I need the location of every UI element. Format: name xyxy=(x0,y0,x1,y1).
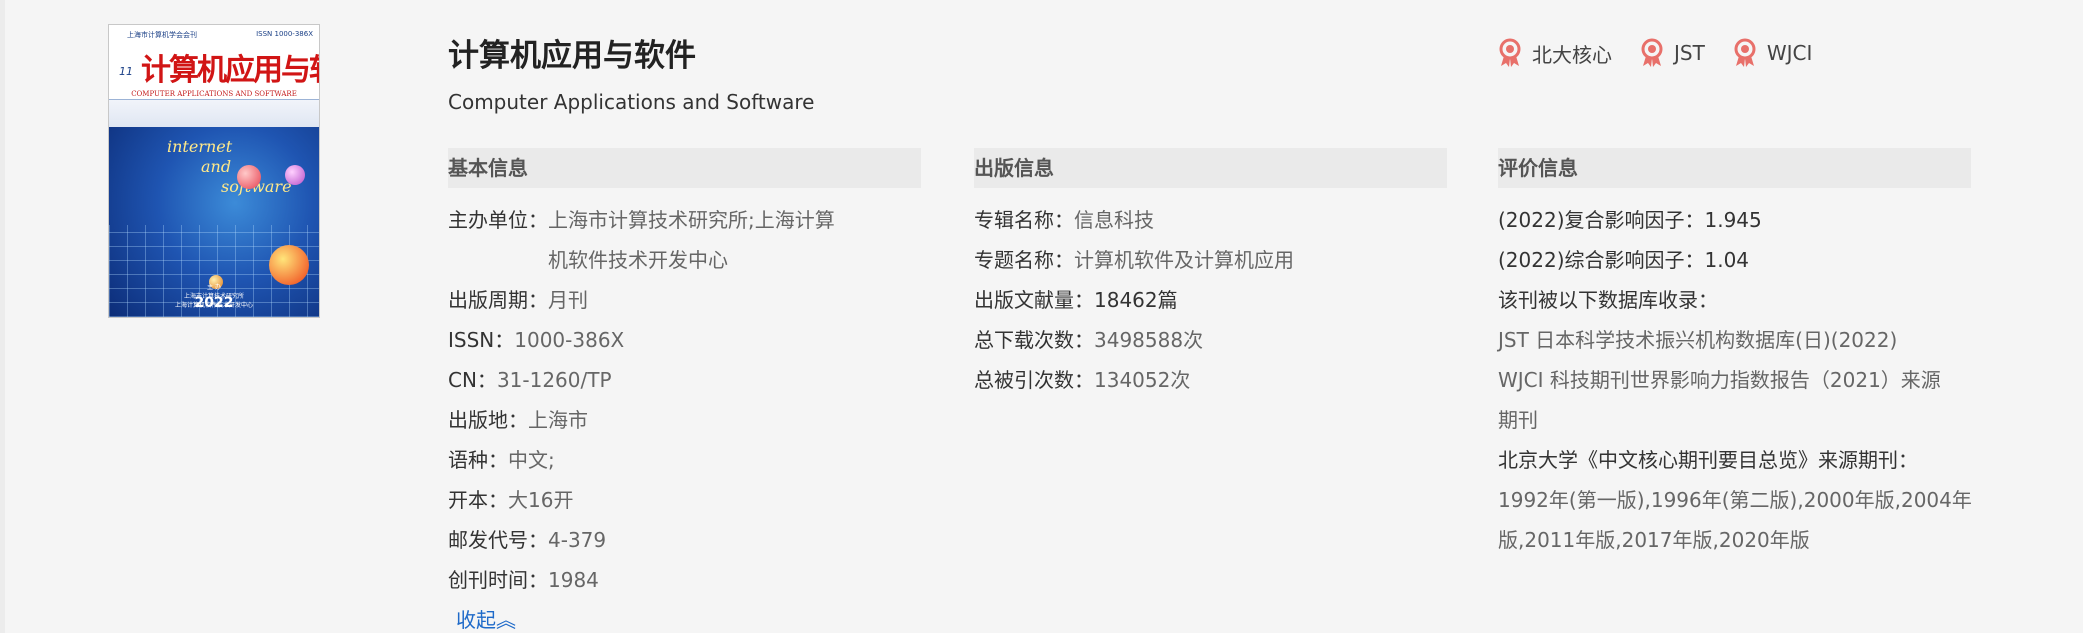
index-badges: 北大核心 JST WJCI xyxy=(1496,38,1812,68)
left-edge xyxy=(0,0,5,633)
collapse-link[interactable]: 收起︽ xyxy=(456,604,516,633)
info-value: 31-1260/TP xyxy=(496,368,612,392)
info-key: 出版文献量： xyxy=(974,288,1094,312)
info-row-period: 出版周期： 月刊 xyxy=(448,280,921,320)
impact-factor-composite: (2022)复合影响因子：1.945 xyxy=(1498,208,1762,232)
cover-sphere xyxy=(269,245,309,285)
info-row-cn: CN： 31-1260/TP xyxy=(448,360,921,400)
cover-word-and: and xyxy=(201,157,232,176)
info-value: 上海市 xyxy=(528,408,588,432)
info-key: 邮发代号： xyxy=(448,528,548,552)
cover-host-label: 主 办 xyxy=(207,284,221,291)
info-value: 月刊 xyxy=(548,288,588,312)
info-key: 出版周期： xyxy=(448,288,548,312)
info-value: 信息科技 xyxy=(1074,208,1154,232)
badge-pku-core[interactable]: 北大核心 xyxy=(1496,38,1612,68)
award-ribbon-icon xyxy=(1499,38,1521,67)
info-row-topic: 专题名称： 计算机软件及计算机应用 xyxy=(974,240,1447,280)
database-jst: JST 日本科学技术振兴机构数据库(日)(2022) xyxy=(1498,328,1898,352)
cover-year: 2022 xyxy=(194,295,234,311)
cover-sphere xyxy=(237,165,261,189)
cover-issue-number: 11 xyxy=(119,65,133,78)
info-row-place: 出版地： 上海市 xyxy=(448,400,921,440)
cover-sphere xyxy=(285,165,305,185)
badge-label: WJCI xyxy=(1766,41,1813,65)
evaluation-section: 评价信息 (2022)复合影响因子：1.945 (2022)综合影响因子：1.0… xyxy=(1498,148,1972,560)
info-row-docs: 出版文献量： 18462篇 xyxy=(974,280,1447,320)
journal-title: 计算机应用与软件 xyxy=(448,38,696,74)
info-key: 专辑名称： xyxy=(974,208,1074,232)
cover-publisher-line: 上海市计算机学会会刊 xyxy=(127,31,197,39)
info-key: CN： xyxy=(448,368,497,392)
info-key: 出版地： xyxy=(448,408,528,432)
info-row-postal: 邮发代号： 4-379 xyxy=(448,520,921,560)
info-value: 上海市计算技术研究所;上海计算 机软件技术开发中心 xyxy=(548,200,868,280)
cover-subtitle-en: COMPUTER APPLICATIONS AND SOFTWARE xyxy=(109,89,319,100)
info-row-downloads: 总下载次数： 3498588次 xyxy=(974,320,1447,360)
evaluation-list: (2022)复合影响因子：1.945 (2022)综合影响因子：1.04 该刊被… xyxy=(1498,200,1972,560)
info-value: 1984 xyxy=(548,568,599,592)
info-row-issn: ISSN： 1000-386X xyxy=(448,320,921,360)
pku-core-label: 北京大学《中文核心期刊要目总览》来源期刊： xyxy=(1498,448,1918,472)
database-wjci-line2: 期刊 xyxy=(1498,408,1538,432)
impact-factor-comprehensive: (2022)综合影响因子：1.04 xyxy=(1498,248,1750,272)
info-key: 总被引次数： xyxy=(974,368,1094,392)
info-value: 4-379 xyxy=(548,528,607,552)
section-heading: 基本信息 xyxy=(448,148,921,188)
sponsor-line-2: 机软件技术开发中心 xyxy=(548,248,728,272)
info-row-format: 开本： 大16开 xyxy=(448,480,921,520)
info-key: 主办单位： xyxy=(448,208,548,232)
badge-label: 北大核心 xyxy=(1532,42,1612,67)
pku-editions-line1: 1992年(第一版),1996年(第二版),2000年版,2004年 xyxy=(1498,488,1972,512)
info-row-series: 专辑名称： 信息科技 xyxy=(974,200,1447,240)
info-key: 语种： xyxy=(448,448,508,472)
info-key: 总下载次数： xyxy=(974,328,1094,352)
badge-label: JST xyxy=(1674,41,1705,65)
basic-info-section: 基本信息 主办单位： 上海市计算技术研究所;上海计算 机软件技术开发中心 出版周… xyxy=(448,148,921,600)
info-key: 创刊时间： xyxy=(448,568,548,592)
info-key: 专题名称： xyxy=(974,248,1074,272)
info-value: 大16开 xyxy=(508,488,574,512)
info-row-language: 语种： 中文; xyxy=(448,440,921,480)
cover-info-band xyxy=(109,100,319,128)
info-value: 134052次 xyxy=(1094,368,1191,392)
info-value: 3498588次 xyxy=(1094,328,1204,352)
cover-word-internet: internet xyxy=(167,137,233,156)
award-ribbon-icon xyxy=(1641,38,1663,67)
cover-header: 上海市计算机学会会刊 ISSN 1000-386X 11 计算机应用与软件 xyxy=(109,25,319,89)
info-key: ISSN： xyxy=(448,328,515,352)
badge-wjci[interactable]: WJCI xyxy=(1731,38,1813,68)
info-row-cites: 总被引次数： 134052次 xyxy=(974,360,1447,400)
publish-info-list: 专辑名称： 信息科技 专题名称： 计算机软件及计算机应用 出版文献量： 1846… xyxy=(974,200,1447,400)
basic-info-list: 主办单位： 上海市计算技术研究所;上海计算 机软件技术开发中心 出版周期： 月刊… xyxy=(448,200,921,600)
publish-info-section: 出版信息 专辑名称： 信息科技 专题名称： 计算机软件及计算机应用 出版文献量：… xyxy=(974,148,1447,400)
cover-title-art: 计算机应用与软件 xyxy=(141,53,319,88)
pku-editions-line2: 版,2011年版,2017年版,2020年版 xyxy=(1498,528,1810,552)
database-wjci-line1: WJCI 科技期刊世界影响力指数报告（2021）来源 xyxy=(1498,368,1941,392)
indexed-label: 该刊被以下数据库收录： xyxy=(1498,288,1718,312)
info-key: 开本： xyxy=(448,488,508,512)
cover-issn-line: ISSN 1000-386X xyxy=(256,30,313,38)
info-row-founded: 创刊时间： 1984 xyxy=(448,560,921,600)
info-row-sponsor: 主办单位： 上海市计算技术研究所;上海计算 机软件技术开发中心 xyxy=(448,200,921,280)
sponsor-line-1: 上海市计算技术研究所;上海计算 xyxy=(548,208,835,232)
info-value: 中文; xyxy=(508,448,555,472)
section-heading: 出版信息 xyxy=(974,148,1447,188)
info-value: 18462篇 xyxy=(1094,288,1178,312)
badge-jst[interactable]: JST xyxy=(1638,38,1705,68)
journal-cover-image[interactable]: 上海市计算机学会会刊 ISSN 1000-386X 11 计算机应用与软件 CO… xyxy=(108,24,320,318)
section-heading: 评价信息 xyxy=(1498,148,1971,188)
award-ribbon-icon xyxy=(1734,38,1756,67)
info-value: 1000-386X xyxy=(514,328,625,352)
journal-title-en: Computer Applications and Software xyxy=(448,90,815,114)
info-value: 计算机软件及计算机应用 xyxy=(1074,248,1294,272)
